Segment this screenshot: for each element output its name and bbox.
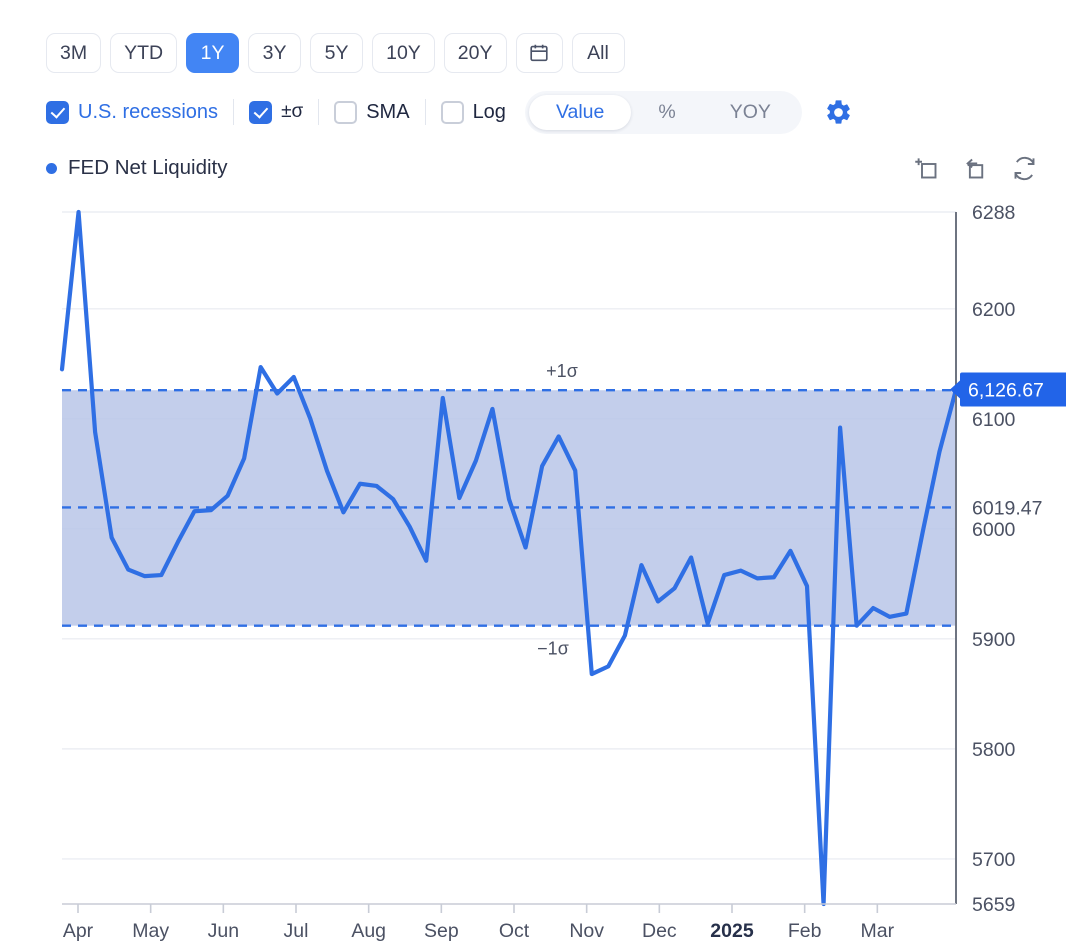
x-axis-tick-label: Mar bbox=[861, 920, 895, 942]
x-axis-tick-label: Apr bbox=[63, 920, 94, 942]
y-axis-tick-label: 5900 bbox=[972, 629, 1016, 651]
y-axis-tick-label: 5700 bbox=[972, 849, 1016, 871]
range-button-all[interactable]: All bbox=[571, 33, 625, 73]
option-divider-1 bbox=[233, 99, 235, 125]
range-button-3y[interactable]: 3Y bbox=[248, 33, 302, 73]
upper-sigma-label: +1σ bbox=[546, 361, 578, 381]
settings-button[interactable] bbox=[824, 98, 853, 127]
chart-legend-row: FED Net Liquidity bbox=[46, 150, 1038, 186]
legend-item-fed-net-liquidity[interactable]: FED Net Liquidity bbox=[46, 156, 228, 180]
range-button-ytd[interactable]: YTD bbox=[110, 33, 178, 73]
checkbox-log[interactable] bbox=[440, 100, 464, 124]
legend-color-dot bbox=[46, 162, 57, 174]
option-log[interactable]: Log bbox=[440, 100, 506, 124]
range-button-label: 3M bbox=[60, 41, 88, 64]
option-label-sma: SMA bbox=[366, 100, 410, 123]
mode-yoy[interactable]: YOY bbox=[703, 95, 798, 130]
option-sigma[interactable]: ±σ bbox=[249, 100, 304, 124]
mean-value-label: 6019.47 bbox=[972, 497, 1043, 519]
gear-icon bbox=[827, 99, 850, 124]
range-button-label: All bbox=[587, 41, 609, 64]
x-axis-tick-label: Dec bbox=[642, 920, 677, 942]
refresh-icon[interactable] bbox=[1011, 155, 1038, 182]
checkbox-us-recessions[interactable] bbox=[46, 100, 69, 124]
option-us-recessions[interactable]: U.S. recessions bbox=[46, 100, 219, 124]
option-sma[interactable]: SMA bbox=[334, 100, 410, 124]
range-button-10y[interactable]: 10Y bbox=[372, 33, 435, 73]
chart-tool-icons bbox=[913, 155, 1038, 182]
checkbox-sma[interactable] bbox=[334, 100, 358, 124]
y-axis-tick-label: 6100 bbox=[972, 409, 1016, 431]
range-button-label: 5Y bbox=[324, 41, 349, 64]
mode-value[interactable]: Value bbox=[528, 94, 632, 130]
checkbox-sigma[interactable] bbox=[249, 100, 273, 124]
chart-options-row: U.S. recessions ±σ SMA Log Value % YOY bbox=[46, 90, 853, 134]
y-axis-tick-label: 6000 bbox=[972, 519, 1016, 541]
range-button-5y[interactable]: 5Y bbox=[310, 33, 364, 73]
x-axis-tick-label: Jun bbox=[208, 920, 239, 942]
range-button-label: YTD bbox=[124, 41, 164, 64]
y-axis-tick-label: 5659 bbox=[972, 894, 1015, 916]
option-divider-2 bbox=[318, 99, 320, 125]
mode-percent[interactable]: % bbox=[631, 95, 702, 130]
last-value-badge-label: 6,126.67 bbox=[968, 379, 1044, 401]
range-button-label: 1Y bbox=[200, 41, 225, 64]
option-label-sigma: ±σ bbox=[281, 101, 304, 122]
calendar-icon bbox=[530, 44, 548, 62]
x-axis-tick-label: Nov bbox=[569, 920, 604, 942]
y-axis-tick-label: 6288 bbox=[972, 202, 1015, 224]
option-label-us-recessions: U.S. recessions bbox=[78, 100, 219, 123]
range-button-3m[interactable]: 3M bbox=[46, 33, 102, 73]
lower-sigma-label: −1σ bbox=[537, 639, 569, 659]
chart-widget: 3M YTD 1Y 3Y 5Y 10Y 20Y All U.S. recessions ±σ … bbox=[0, 0, 1084, 943]
y-axis-tick-label: 5800 bbox=[972, 739, 1016, 761]
range-selector: 3M YTD 1Y 3Y 5Y 10Y 20Y All bbox=[46, 33, 625, 73]
x-axis-tick-label: Jul bbox=[284, 920, 309, 942]
range-button-label: 10Y bbox=[386, 41, 421, 64]
range-button-calendar[interactable] bbox=[515, 33, 563, 73]
chart-plot-area[interactable]: +1σ −1σ 6288 6200 6100 6000 5900 5800 5700 5659 60… bbox=[46, 196, 1066, 943]
add-crop-icon[interactable] bbox=[913, 155, 940, 182]
range-button-20y[interactable]: 20Y bbox=[443, 33, 507, 73]
x-axis-tick-label: Oct bbox=[499, 920, 530, 942]
x-axis-tick-label: Aug bbox=[351, 920, 386, 942]
legend-series-label: FED Net Liquidity bbox=[68, 156, 228, 179]
x-axis-tick-label: May bbox=[132, 920, 169, 942]
x-axis-tick-label: Sep bbox=[424, 920, 459, 942]
line-chart: +1σ −1σ 6288 6200 6100 6000 5900 5800 5700 5659 60… bbox=[59, 202, 1066, 942]
range-button-label: 3Y bbox=[262, 41, 287, 64]
range-button-label: 20Y bbox=[457, 41, 493, 64]
x-axis-tick-label: 2025 bbox=[710, 920, 754, 942]
x-axis-tick-label: Feb bbox=[788, 920, 822, 942]
value-mode-segmented-control: Value % YOY bbox=[524, 90, 802, 134]
y-axis-tick-label: 6200 bbox=[972, 299, 1016, 321]
option-label-log: Log bbox=[472, 100, 506, 123]
range-button-1y[interactable]: 1Y bbox=[186, 33, 240, 73]
option-divider-3 bbox=[424, 99, 426, 125]
undo-icon[interactable] bbox=[962, 155, 989, 182]
